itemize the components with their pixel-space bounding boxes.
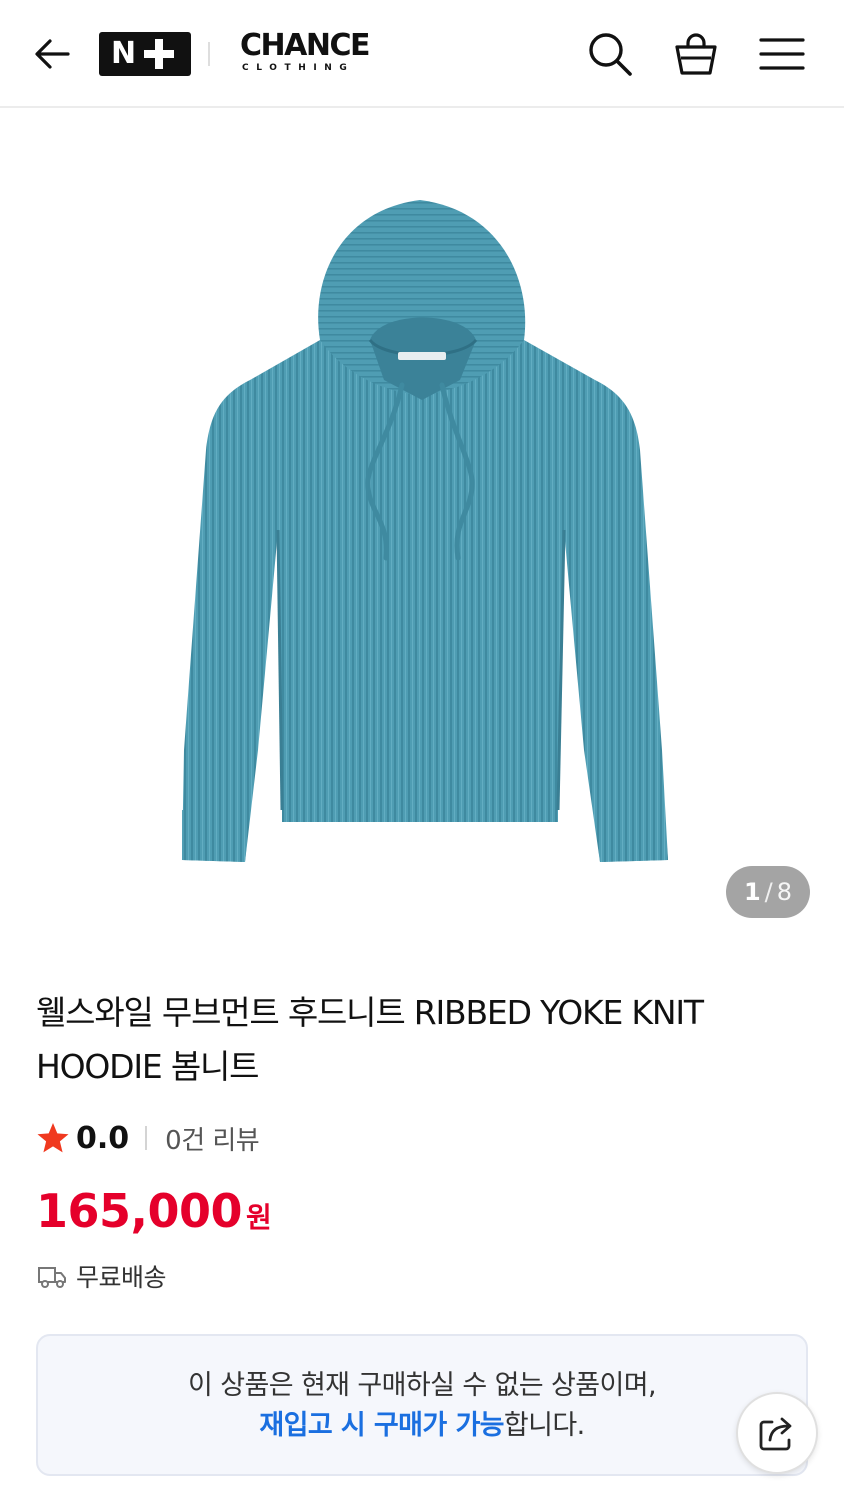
naver-plus-logo[interactable]: N xyxy=(99,32,191,76)
price-row: 165,000 원 xyxy=(36,1184,272,1244)
brand-logo[interactable]: CHANCE CLOTHING xyxy=(240,30,380,78)
arrow-left-icon xyxy=(35,39,70,69)
current-image-index: 1 xyxy=(743,878,761,906)
brand-subtitle: CLOTHING xyxy=(242,63,355,73)
share-icon xyxy=(759,1417,792,1451)
plus-icon xyxy=(139,34,180,74)
total-image-count: 8 xyxy=(776,878,793,906)
product-price: 165,000 xyxy=(36,1184,243,1238)
notice-line-2-rest: 합니다. xyxy=(503,1410,585,1441)
share-button[interactable] xyxy=(736,1392,818,1474)
notice-line-1: 이 상품은 현재 구매하실 수 없는 상품이며, xyxy=(188,1370,657,1401)
search-button[interactable] xyxy=(584,28,636,80)
review-count-link[interactable]: 0건 리뷰 xyxy=(165,1120,260,1157)
restock-notice-box: 이 상품은 현재 구매하실 수 없는 상품이며, 재입고 시 구매가 가능합니다… xyxy=(36,1334,808,1476)
product-image-gallery[interactable]: 1 / 8 xyxy=(0,110,844,942)
back-button[interactable] xyxy=(28,30,76,78)
brand-name: CHANCE xyxy=(240,28,370,63)
menu-button[interactable] xyxy=(756,28,808,80)
shopping-bag-icon xyxy=(675,33,717,75)
product-image xyxy=(182,200,668,862)
partner-logo-letter: N xyxy=(110,36,136,71)
star-icon xyxy=(37,1123,69,1153)
image-page-counter: 1 / 8 xyxy=(726,866,810,918)
shipping-row: 무료배송 xyxy=(36,1256,167,1296)
search-icon xyxy=(589,33,632,76)
rating-row[interactable]: 0.0 0건 리뷰 xyxy=(36,1118,260,1158)
notice-line-2: 재입고 시 구매가 가능합니다. xyxy=(38,1406,806,1446)
shipping-label: 무료배송 xyxy=(76,1263,167,1292)
delivery-truck-icon xyxy=(38,1267,66,1288)
top-navigation-bar: N CHANCE CLOTHING xyxy=(0,0,844,108)
rating-divider xyxy=(145,1126,148,1150)
hamburger-menu-icon xyxy=(759,38,805,70)
notice-highlight: 재입고 시 구매가 가능 xyxy=(259,1410,504,1441)
shopping-bag-button[interactable] xyxy=(670,28,722,80)
rating-score: 0.0 xyxy=(76,1120,130,1156)
price-currency: 원 xyxy=(246,1201,272,1234)
logo-divider xyxy=(208,42,210,66)
page-separator: / xyxy=(764,878,773,906)
product-title: 웰스와일 무브먼트 후드니트 RIBBED YOKE KNIT HOODIE 봄… xyxy=(36,993,704,1086)
